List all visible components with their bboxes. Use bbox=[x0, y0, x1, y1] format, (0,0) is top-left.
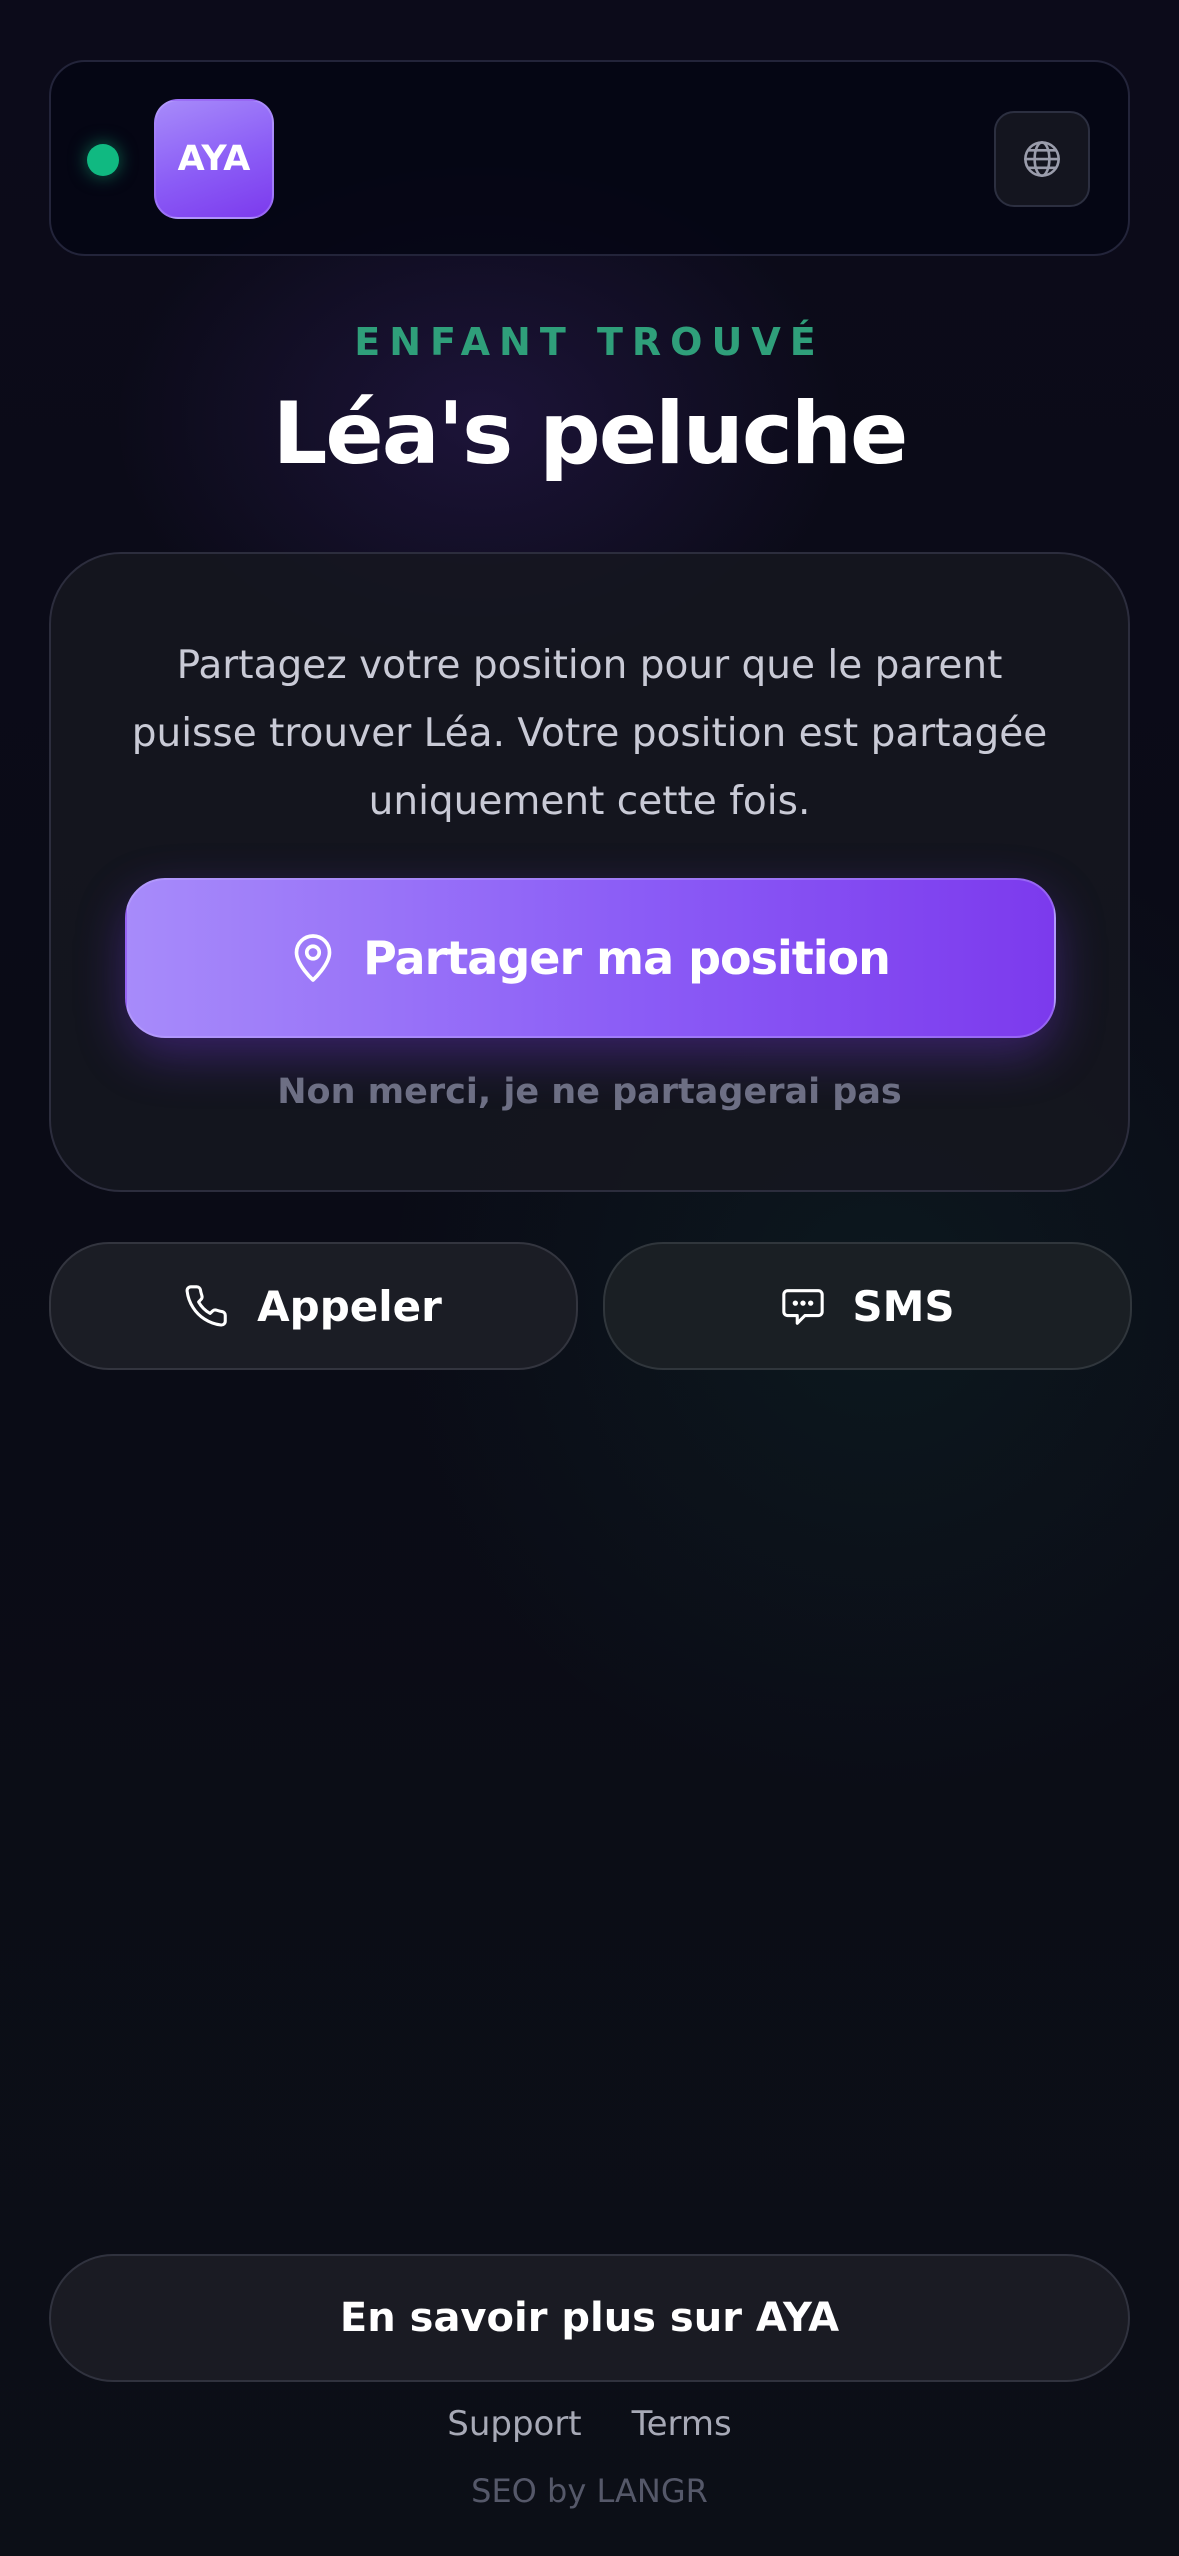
share-location-button[interactable]: Partager ma position bbox=[125, 878, 1056, 1038]
call-button[interactable]: Appeler bbox=[49, 1242, 578, 1370]
globe-icon bbox=[1024, 141, 1060, 177]
top-bar: AYA bbox=[49, 60, 1130, 256]
language-button[interactable] bbox=[994, 111, 1090, 207]
call-button-label: Appeler bbox=[257, 1281, 442, 1331]
footer-link-support[interactable]: Support bbox=[447, 2404, 581, 2444]
eyebrow-label: ENFANT TROUVÉ bbox=[354, 320, 825, 364]
decline-link[interactable]: Non merci, je ne partagerai pas bbox=[51, 1072, 1128, 1112]
share-button-label: Partager ma position bbox=[363, 931, 891, 985]
page-title: Léa's peluche bbox=[272, 384, 909, 484]
footer-links: Support Terms bbox=[0, 2404, 1179, 2444]
footer-credit[interactable]: SEO by LANGR bbox=[0, 2472, 1179, 2510]
footer-link-terms[interactable]: Terms bbox=[632, 2404, 732, 2444]
sms-button-label: SMS bbox=[852, 1281, 955, 1331]
sms-button[interactable]: SMS bbox=[603, 1242, 1132, 1370]
status-indicator bbox=[87, 144, 119, 176]
learn-more-label: En savoir plus sur AYA bbox=[339, 2295, 840, 2341]
aya-logo[interactable]: AYA bbox=[154, 99, 274, 219]
logo-text: AYA bbox=[177, 139, 251, 179]
share-location-card: Partagez votre position pour que le pare… bbox=[49, 552, 1130, 1192]
card-description: Partagez votre position pour que le pare… bbox=[131, 643, 1048, 824]
phone-icon bbox=[185, 1285, 227, 1327]
map-pin-icon bbox=[294, 934, 332, 982]
chat-bubble-icon bbox=[782, 1289, 825, 1325]
learn-more-button[interactable]: En savoir plus sur AYA bbox=[49, 2254, 1130, 2382]
